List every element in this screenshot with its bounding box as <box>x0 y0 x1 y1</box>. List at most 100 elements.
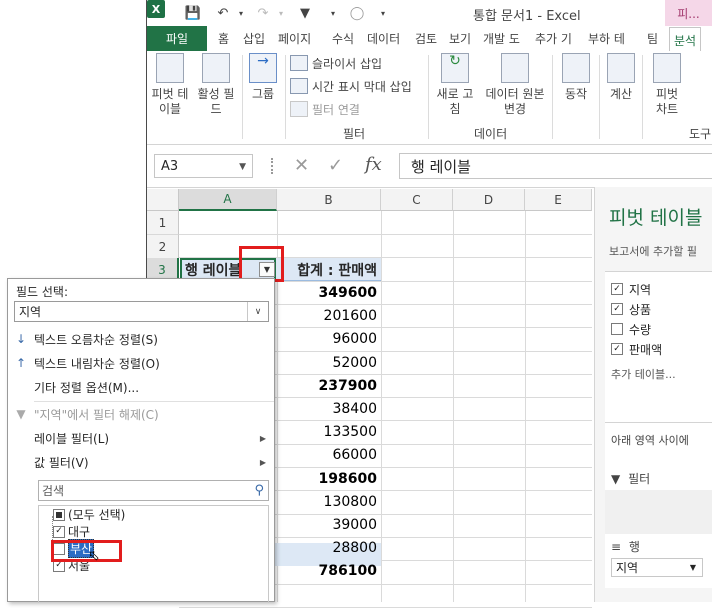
ribbon-separator <box>599 55 600 139</box>
calculations-button[interactable]: 계산 <box>603 53 639 102</box>
rows-field-label: 지역 <box>616 561 639 575</box>
field-select[interactable]: 지역 ∨ <box>14 301 269 322</box>
field-item-quantity[interactable]: 수량 <box>611 320 651 338</box>
cell-b3-sum-header[interactable]: 합계 : 판매액 <box>281 258 381 281</box>
field-item-region[interactable]: ✓ 지역 <box>611 280 651 298</box>
menu-label: 레이블 필터(L) <box>34 431 110 446</box>
checkbox-checked-icon[interactable]: ✓ <box>611 303 623 315</box>
menu-sort-ascending[interactable]: ↓ 텍스트 오름차순 정렬(S) <box>8 327 274 351</box>
formula-input[interactable]: 행 레이블 <box>399 153 712 179</box>
list-item-select-all[interactable]: (모두 선택) <box>53 506 125 523</box>
row-header-1[interactable]: 1 <box>147 211 179 235</box>
title-bar: X 💾 ↶ ▾ ↷ ▾ ▼ ▾ ◯ ▾ 통합 문서1 - Excel 피... <box>147 0 712 26</box>
field-label: 지역 <box>629 282 652 297</box>
checkbox-checked-icon[interactable]: ✓ <box>611 343 623 355</box>
menu-more-sort-options[interactable]: 기타 정렬 옵션(M)... <box>8 375 274 399</box>
column-header-b[interactable]: B <box>277 189 381 211</box>
menu-value-filter[interactable]: 값 필터(V) ▶ <box>8 450 274 474</box>
more-tables-link[interactable]: 추가 테이블... <box>611 366 676 382</box>
checkbox-indeterminate-icon[interactable] <box>53 508 65 521</box>
pivot-value-cell[interactable]: 39000 <box>277 513 381 537</box>
field-item-product[interactable]: ✓ 상품 <box>611 300 651 318</box>
clear-filter-icon: ▼ <box>16 407 26 421</box>
pivot-value-cell[interactable]: 28800 <box>277 536 381 560</box>
tab-page-layout[interactable]: 페이지 <box>278 26 311 51</box>
active-field-button[interactable]: 활성 필 드 <box>195 53 237 117</box>
pivot-value-cell[interactable]: 133500 <box>277 420 381 444</box>
field-select-value: 지역 <box>19 305 42 319</box>
insert-slicer-button[interactable]: 슬라이서 삽입 <box>290 53 382 73</box>
menu-label-filter[interactable]: 레이블 필터(L) ▶ <box>8 426 274 450</box>
calculations-icon <box>607 53 635 83</box>
column-header-e[interactable]: E <box>525 189 592 211</box>
checkbox-checked-icon[interactable]: ✓ <box>611 283 623 295</box>
pivot-chart-button[interactable]: 피벗 차트 <box>647 53 687 117</box>
column-header-c[interactable]: C <box>381 189 453 211</box>
enter-icon[interactable]: ✓ <box>328 155 343 176</box>
tab-analyze[interactable]: 분석 <box>669 27 702 52</box>
row-header-2[interactable]: 2 <box>147 235 179 259</box>
insert-function-icon[interactable]: fx <box>365 154 382 175</box>
filter-group-label: 필터 <box>343 127 366 141</box>
rows-area-field[interactable]: 지역 ▼ <box>611 558 703 577</box>
filter-area-drop[interactable] <box>605 490 712 534</box>
pivot-value-cell[interactable]: 237900 <box>277 374 381 398</box>
name-box-dropdown-icon[interactable]: ▼ <box>239 162 246 172</box>
tab-addins[interactable]: 추가 기 <box>535 26 572 51</box>
undo-icon[interactable]: ↶ <box>213 3 233 23</box>
pivot-table-button[interactable]: 피벗 테 이블 <box>150 53 190 117</box>
tab-review[interactable]: 검토 <box>415 26 437 51</box>
pivot-value-cell[interactable]: 201600 <box>277 304 381 328</box>
customize-qat-icon[interactable]: ▾ <box>373 3 393 23</box>
field-label: 수량 <box>629 322 652 337</box>
pivot-value-cell[interactable]: 96000 <box>277 327 381 351</box>
pivot-value-cell[interactable]: 66000 <box>277 443 381 467</box>
group-button[interactable]: → 그룹 <box>246 53 280 102</box>
tab-team[interactable]: 팀 <box>647 26 658 51</box>
column-header-a[interactable]: A <box>179 189 277 211</box>
insert-timeline-button[interactable]: 시간 표시 막대 삽입 <box>290 76 412 96</box>
pivot-value-cell[interactable]: 349600 <box>277 281 381 305</box>
refresh-button[interactable]: ↻ 새로 고 침 <box>433 53 477 117</box>
redo-icon[interactable]: ↷ <box>253 3 273 23</box>
sort-filter-icon[interactable]: ▼ <box>295 3 315 23</box>
formula-value: 행 레이블 <box>411 157 471 176</box>
pivot-value-cell[interactable]: 38400 <box>277 397 381 421</box>
circle-icon[interactable]: ◯ <box>347 3 367 23</box>
cancel-icon[interactable]: ✕ <box>294 155 309 176</box>
pivot-value-cell[interactable]: 52000 <box>277 351 381 375</box>
save-icon[interactable]: 💾 <box>183 3 203 23</box>
search-input[interactable]: 검색 ⚲ <box>38 480 269 501</box>
actions-button[interactable]: 동작 <box>557 53 595 102</box>
name-box[interactable]: A3 ▼ <box>154 154 253 178</box>
formula-bar-grip[interactable] <box>271 158 277 174</box>
tab-file[interactable]: 파일 <box>147 26 207 51</box>
undo-dropdown-icon[interactable]: ▾ <box>231 3 251 23</box>
tab-formulas[interactable]: 수식 <box>332 26 354 51</box>
checkbox-checked-icon[interactable]: ✓ <box>53 525 65 538</box>
filter-connections-button[interactable]: 필터 연결 <box>290 99 360 119</box>
pivot-value-cell[interactable]: 130800 <box>277 490 381 514</box>
tab-insert[interactable]: 삽입 <box>243 26 265 51</box>
search-icon[interactable]: ⚲ <box>254 483 264 498</box>
menu-clear-filter[interactable]: ▼ "지역"에서 필터 해제(C) <box>8 402 274 426</box>
select-all-corner[interactable] <box>147 189 179 211</box>
column-header-d[interactable]: D <box>453 189 525 211</box>
pivot-value-cell[interactable]: 786100 <box>277 559 381 583</box>
ribbon-separator <box>642 55 643 139</box>
filter-dropdown-icon[interactable]: ▾ <box>323 3 343 23</box>
pivot-value-cell[interactable]: 198600 <box>277 467 381 491</box>
checkbox-unchecked-icon[interactable] <box>611 323 623 335</box>
tab-home[interactable]: 홈 <box>218 26 229 51</box>
menu-sort-descending[interactable]: ↑ 텍스트 내림차순 정렬(O) <box>8 351 274 375</box>
list-item-daegu[interactable]: ✓ 대구 <box>53 523 90 540</box>
tab-developer[interactable]: 개발 도 <box>483 26 520 51</box>
rows-field-dropdown-icon[interactable]: ▼ <box>690 563 696 572</box>
change-data-source-button[interactable]: 데이터 원본 변경 <box>480 53 550 117</box>
tab-view[interactable]: 보기 <box>449 26 471 51</box>
redo-dropdown-icon[interactable]: ▾ <box>271 3 291 23</box>
tab-data[interactable]: 데이터 <box>367 26 400 51</box>
chevron-down-icon[interactable]: ∨ <box>247 302 268 321</box>
field-item-sales[interactable]: ✓ 판매액 <box>611 340 662 358</box>
tab-load-test[interactable]: 부하 테 <box>588 26 625 51</box>
